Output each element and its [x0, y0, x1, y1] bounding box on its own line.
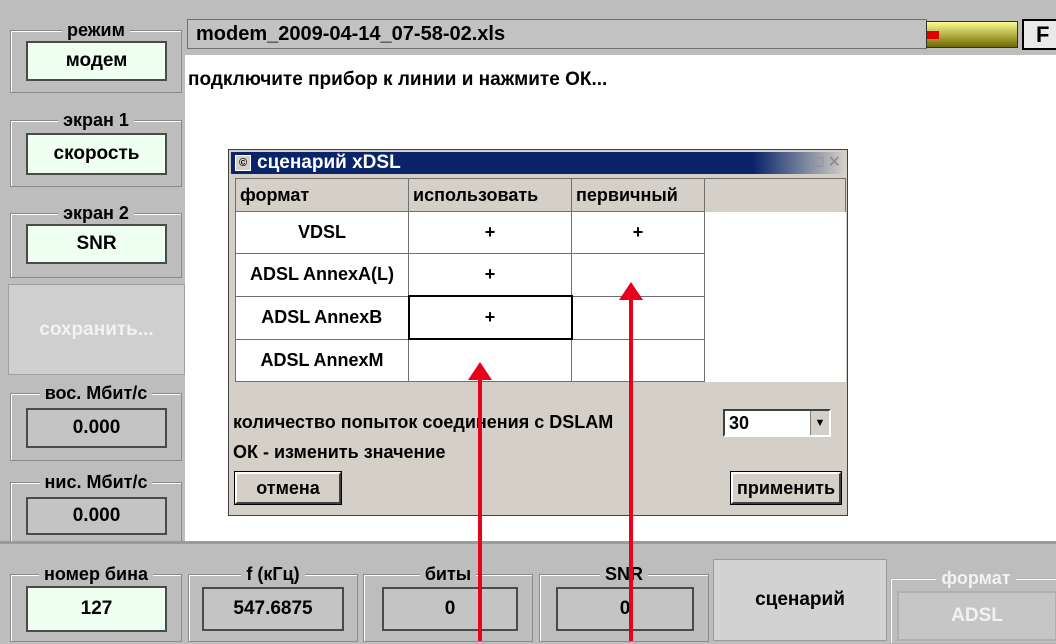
snr-title: SNR: [599, 564, 648, 584]
level-indicator: [926, 21, 1018, 48]
format-table: формат использовать первичный VDSL + + A…: [235, 178, 846, 382]
cancel-button[interactable]: отмена: [235, 472, 341, 504]
f-button[interactable]: F: [1022, 19, 1056, 50]
col-use: использовать: [408, 178, 572, 212]
bin-title: номер бина: [38, 564, 154, 584]
format-cell: ADSL AnnexB: [235, 295, 409, 340]
level-indicator-red-mark: [927, 31, 939, 39]
bottom-separator: [0, 541, 1056, 544]
bin-value[interactable]: 127: [26, 586, 167, 632]
instruction-text: подключите прибор к линии и нажмите ОК..…: [188, 69, 608, 90]
window-controls[interactable]: · □ ✕: [804, 152, 841, 174]
primary-cell[interactable]: [571, 338, 705, 382]
up-rate-group: вос. Мбит/с 0.000: [10, 383, 182, 461]
save-label: сохранить...: [39, 318, 154, 340]
format-cell: ADSL AnnexA(L): [235, 253, 409, 297]
format-cell: VDSL: [235, 211, 409, 254]
snr-value: 0: [556, 587, 694, 631]
primary-cell[interactable]: +: [571, 211, 705, 254]
snr-group: SNR 0: [539, 564, 709, 642]
screen2-value[interactable]: SNR: [26, 224, 167, 264]
scenario-label: сценарий: [755, 589, 845, 610]
use-cell-selected[interactable]: +: [407, 295, 573, 340]
bits-group: биты 0: [363, 564, 533, 642]
chevron-down-icon[interactable]: ▼: [810, 411, 829, 435]
xdsl-scenario-dialog: © сценарий xDSL · □ ✕ формат использовать…: [228, 149, 848, 516]
primary-cell[interactable]: [571, 295, 705, 340]
mode-title: режим: [62, 20, 130, 40]
col-format: формат: [235, 178, 409, 212]
format-cell: ADSL AnnexM: [235, 338, 409, 382]
down-rate-title: нис. Мбит/с: [39, 472, 153, 492]
freq-value: 547.6875: [202, 587, 344, 631]
mode-value[interactable]: модем: [26, 41, 167, 81]
app-icon: ©: [235, 155, 251, 171]
screen2-title: экран 2: [58, 203, 134, 223]
table-row: VDSL + +: [235, 211, 846, 382]
empty-area: [704, 211, 846, 382]
annotation-arrowhead-primary: [619, 282, 643, 300]
bits-value: 0: [382, 587, 518, 631]
save-button[interactable]: сохранить...: [8, 284, 185, 375]
format-value: ADSL: [897, 591, 1056, 641]
format-group: формат ADSL: [890, 568, 1056, 644]
annotation-arrow-primary: [629, 298, 633, 641]
freq-title: f (кГц): [241, 564, 305, 584]
f-button-label: F: [1036, 22, 1050, 47]
attempts-value: 30: [729, 413, 750, 433]
table-header-row: формат использовать первичный: [235, 178, 846, 212]
attempts-select[interactable]: 30 ▼: [723, 409, 831, 437]
annotation-arrow-use: [478, 378, 482, 641]
file-name-bar: modem_2009-04-14_07-58-02.xls: [187, 19, 927, 49]
mode-group: режим модем: [10, 20, 182, 93]
scenario-button[interactable]: сценарий: [713, 559, 887, 641]
attempts-label: количество попыток соединения с DSLAM: [233, 412, 614, 432]
bin-group: номер бина 127: [10, 564, 182, 642]
screen1-value[interactable]: скорость: [26, 133, 167, 175]
down-rate-value: 0.000: [26, 497, 167, 535]
up-rate-value: 0.000: [26, 408, 167, 448]
format-title: формат: [936, 568, 1016, 588]
down-rate-group: нис. Мбит/с 0.000: [10, 472, 182, 544]
bits-title: биты: [419, 564, 477, 584]
dialog-titlebar[interactable]: © сценарий xDSL · □ ✕: [231, 152, 845, 174]
screen1-title: экран 1: [58, 110, 134, 130]
apply-button[interactable]: применить: [731, 472, 841, 504]
dialog-title: сценарий xDSL: [257, 152, 401, 173]
freq-group: f (кГц) 547.6875: [188, 564, 358, 642]
annotation-arrowhead-use: [468, 362, 492, 380]
col-primary: первичный: [571, 178, 705, 212]
up-rate-title: вос. Мбит/с: [39, 383, 153, 403]
use-cell[interactable]: +: [408, 253, 572, 297]
screen2-group: экран 2 SNR: [10, 203, 182, 278]
hint-text: ОК - изменить значение: [233, 442, 446, 462]
screen1-group: экран 1 скорость: [10, 110, 182, 187]
col-empty: [704, 178, 846, 212]
use-cell[interactable]: +: [408, 211, 572, 254]
